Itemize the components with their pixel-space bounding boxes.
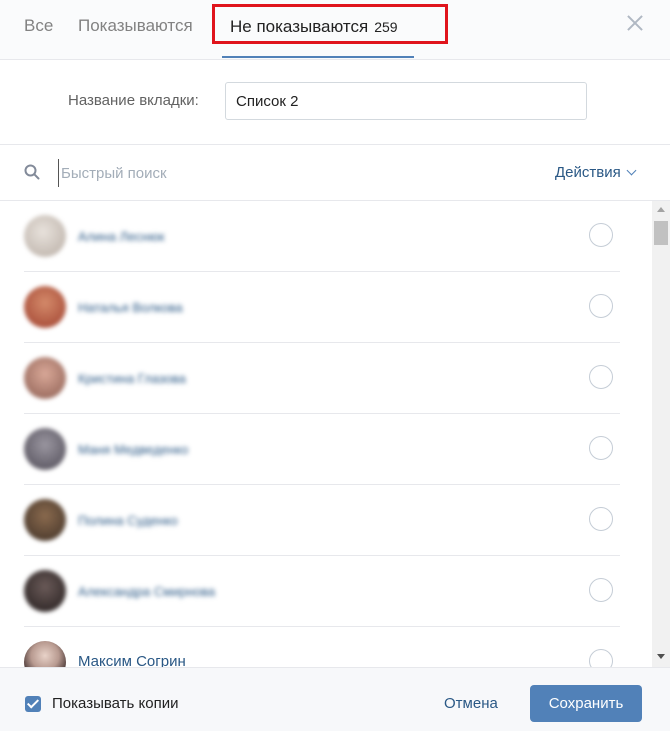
list-item[interactable]: Александра Смирнова bbox=[0, 556, 650, 627]
avatar bbox=[24, 428, 66, 470]
dialog-footer: Показывать копии Отмена Сохранить bbox=[0, 667, 670, 731]
friends-list: Алина Леснюк Наталья Волкова Кристина Гл… bbox=[0, 201, 670, 667]
save-button[interactable]: Сохранить bbox=[530, 685, 642, 722]
tab-name-label: Название вкладки: bbox=[68, 92, 199, 109]
avatar bbox=[24, 570, 66, 612]
chevron-down-icon bbox=[626, 165, 637, 176]
cancel-button[interactable]: Отмена bbox=[444, 695, 498, 712]
avatar bbox=[24, 286, 66, 328]
friend-name[interactable]: Кристина Глазова bbox=[78, 371, 186, 386]
list-item[interactable]: Кристина Глазова bbox=[0, 343, 650, 414]
search-icon bbox=[24, 164, 40, 180]
friend-name[interactable]: Полина Суденко bbox=[78, 513, 178, 528]
scroll-down-arrow-icon[interactable] bbox=[657, 654, 665, 659]
avatar bbox=[24, 357, 66, 399]
friend-name[interactable]: Александра Смирнова bbox=[78, 584, 215, 599]
actions-label: Действия bbox=[555, 164, 621, 181]
actions-dropdown[interactable]: Действия bbox=[555, 164, 637, 181]
tabs-header: Все Показываются Не показываются 259 bbox=[0, 0, 670, 60]
tab-hidden[interactable]: Не показываются 259 bbox=[212, 4, 448, 44]
avatar bbox=[24, 641, 66, 667]
list-scrollbar[interactable] bbox=[652, 201, 670, 667]
tab-shown[interactable]: Показываются bbox=[78, 0, 193, 58]
list-item[interactable]: Полина Суденко bbox=[0, 485, 650, 556]
list-item[interactable]: Наталья Волкова bbox=[0, 272, 650, 343]
tab-name-row: Название вкладки: bbox=[0, 60, 670, 145]
select-radio[interactable] bbox=[589, 507, 613, 531]
select-radio[interactable] bbox=[589, 223, 613, 247]
tab-hidden-count: 259 bbox=[374, 19, 398, 35]
friend-name[interactable]: Максим Согрин bbox=[78, 653, 186, 667]
select-radio[interactable] bbox=[589, 649, 613, 667]
scrollbar-thumb[interactable] bbox=[654, 221, 668, 245]
show-copies-label[interactable]: Показывать копии bbox=[52, 695, 178, 712]
avatar bbox=[24, 215, 66, 257]
tab-all[interactable]: Все bbox=[24, 0, 53, 58]
avatar bbox=[24, 499, 66, 541]
tab-hidden-label: Не показываются bbox=[230, 17, 369, 36]
active-tab-underline bbox=[222, 56, 414, 58]
search-input[interactable] bbox=[58, 159, 443, 187]
search-row: Действия bbox=[0, 145, 670, 201]
select-radio[interactable] bbox=[589, 294, 613, 318]
friend-name[interactable]: Наталья Волкова bbox=[78, 300, 183, 315]
friend-name[interactable]: Маня Медведенко bbox=[78, 442, 188, 457]
show-copies-checkbox[interactable] bbox=[25, 696, 41, 712]
tab-name-input[interactable] bbox=[225, 82, 587, 120]
friend-name[interactable]: Алина Леснюк bbox=[78, 229, 164, 244]
scroll-up-arrow-icon[interactable] bbox=[657, 207, 665, 212]
select-radio[interactable] bbox=[589, 365, 613, 389]
close-icon[interactable] bbox=[626, 14, 644, 32]
select-radio[interactable] bbox=[589, 436, 613, 460]
select-radio[interactable] bbox=[589, 578, 613, 602]
list-item[interactable]: Максим Согрин bbox=[0, 627, 650, 667]
list-item[interactable]: Алина Леснюк bbox=[0, 201, 650, 272]
list-item[interactable]: Маня Медведенко bbox=[0, 414, 650, 485]
